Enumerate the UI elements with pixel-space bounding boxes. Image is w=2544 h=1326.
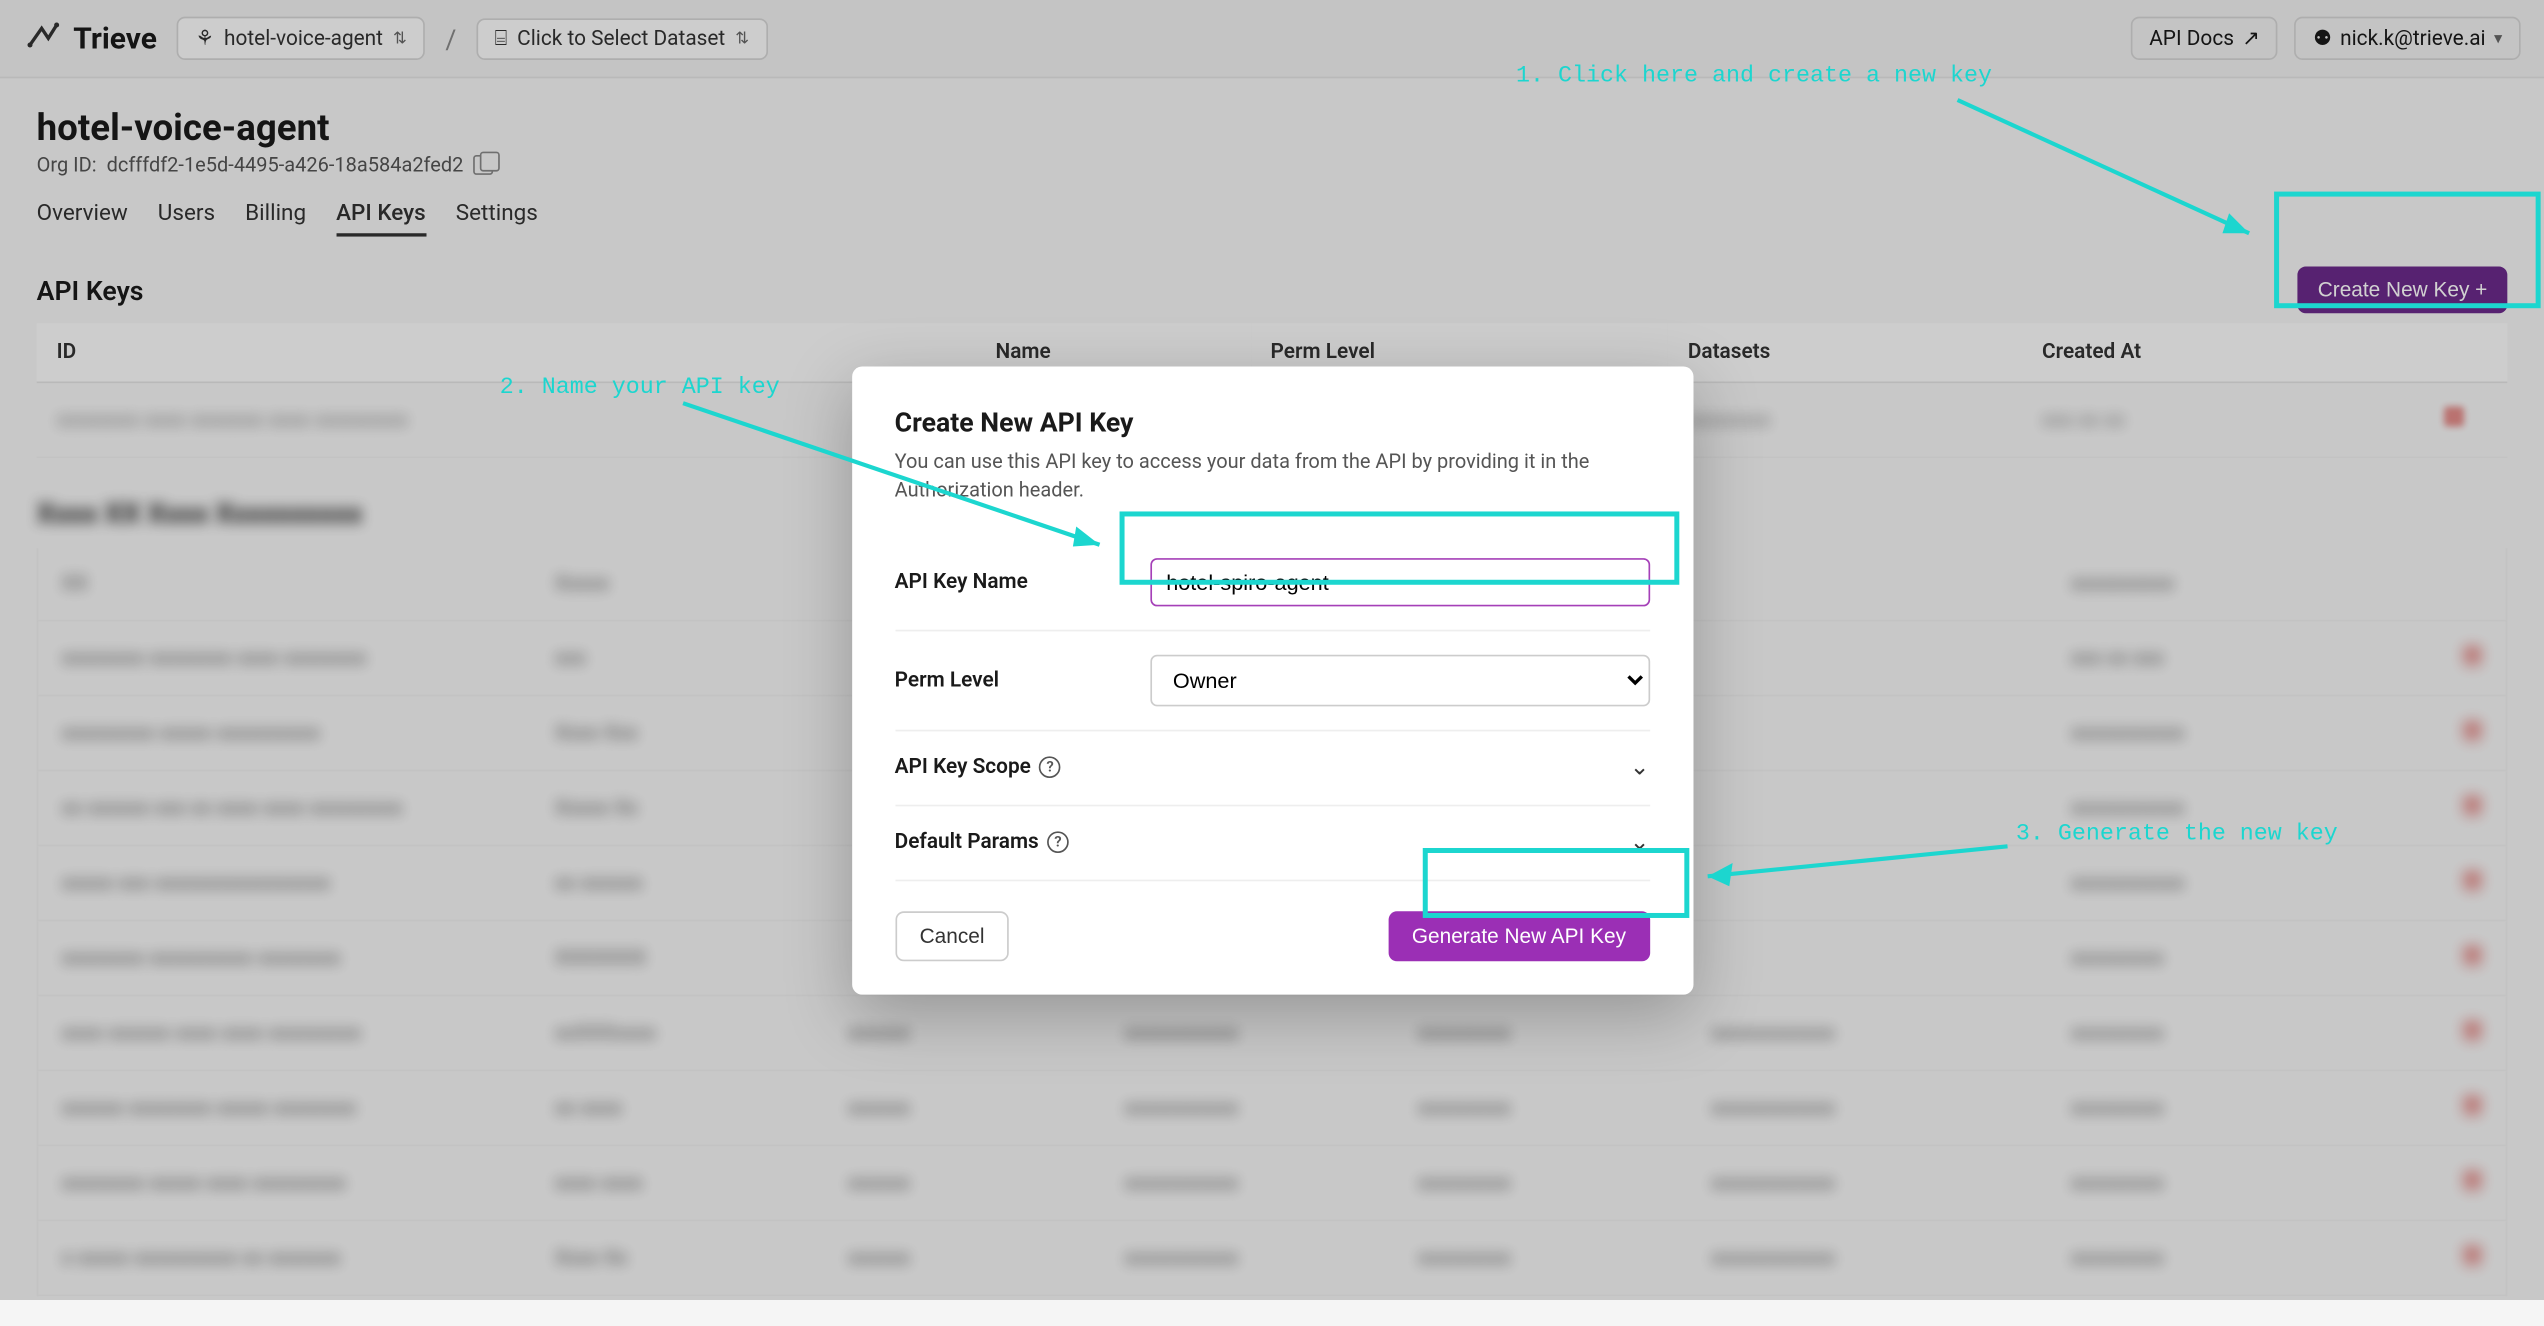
generate-api-key-button[interactable]: Generate New API Key: [1389, 911, 1650, 961]
tab-api-keys[interactable]: API Keys: [336, 200, 426, 237]
tab-billing[interactable]: Billing: [245, 200, 306, 237]
org-id-label: Org ID:: [37, 153, 97, 176]
list-item: xxxxxxxx xxxxx xxxx xxxxxxxxxxxxx xxxxxx…: [37, 1146, 2508, 1221]
tab-users[interactable]: Users: [158, 200, 215, 237]
list-item: xxxxxx xxxxxxxx xxxxx xxxxxxxxxx xxxxxxx…: [37, 1071, 2508, 1146]
trash-icon[interactable]: [2462, 945, 2482, 965]
col-datasets: Datasets: [1668, 323, 2022, 382]
user-menu[interactable]: ⚉ nick.k@trieve.ai ▾: [2295, 17, 2521, 60]
trash-icon[interactable]: [2462, 1170, 2482, 1190]
trash-icon[interactable]: [2462, 870, 2482, 890]
default-params-label: Default Params ?: [895, 830, 1069, 855]
perm-level-label: Perm Level: [895, 667, 999, 692]
modal-subtitle: You can use this API key to access your …: [895, 448, 1650, 504]
user-email: nick.k@trieve.ai: [2340, 26, 2486, 51]
page-title: hotel-voice-agent: [37, 108, 2508, 150]
user-icon: ⚉: [2313, 25, 2332, 52]
trash-icon[interactable]: [2462, 720, 2482, 740]
help-icon[interactable]: ?: [1047, 831, 1069, 853]
cancel-button[interactable]: Cancel: [895, 911, 1010, 961]
database-icon: ⌸: [495, 26, 508, 51]
api-key-scope-label: API Key Scope ?: [895, 755, 1061, 780]
create-api-key-modal: Create New API Key You can use this API …: [851, 367, 1692, 994]
chevron-down-icon[interactable]: ⌄: [1630, 829, 1650, 856]
people-icon: ⚘: [195, 25, 214, 52]
trieve-logo-icon: [23, 18, 63, 58]
col-actions: [2424, 323, 2507, 382]
api-docs-label: API Docs: [2149, 26, 2234, 51]
trash-icon[interactable]: [2462, 1020, 2482, 1040]
col-id: ID: [37, 323, 976, 382]
dataset-selector-label: Click to Select Dataset: [517, 26, 725, 51]
dataset-selector[interactable]: ⌸ Click to Select Dataset ⇅: [476, 17, 767, 59]
copy-icon[interactable]: [473, 155, 493, 175]
breadcrumb-separator: /: [445, 22, 456, 54]
create-new-key-button[interactable]: Create New Key +: [2298, 267, 2508, 314]
api-key-name-label: API Key Name: [895, 569, 1028, 594]
help-icon[interactable]: ?: [1039, 757, 1061, 779]
list-item: x xxxxx xxxxxxxxxx xx xxxxxxxXxxx Xxxxxx…: [37, 1221, 2508, 1296]
tabs: Overview Users Billing API Keys Settings: [37, 200, 2508, 237]
brand-name: Trieve: [73, 21, 157, 56]
chevron-down-icon: ▾: [2494, 29, 2502, 47]
tab-settings[interactable]: Settings: [456, 200, 538, 237]
chevron-down-icon[interactable]: ⌄: [1630, 754, 1650, 781]
brand-logo[interactable]: Trieve: [23, 18, 157, 58]
chevron-updown-icon: ⇅: [393, 29, 407, 47]
org-selector[interactable]: ⚘ hotel-voice-agent ⇅: [177, 17, 425, 60]
trash-icon[interactable]: [2462, 795, 2482, 815]
section-title: API Keys: [37, 274, 144, 306]
perm-level-select[interactable]: Owner: [1150, 654, 1650, 706]
trash-icon[interactable]: [2462, 1245, 2482, 1265]
org-id-value: dcfffdf2-1e5d-4495-a426-18a584a2fed2: [107, 153, 464, 176]
trash-icon[interactable]: [2444, 407, 2464, 427]
list-item: xxxx xxxxxx xxxx xxxx xxxxxxxxxxxXXXxxxx…: [37, 996, 2508, 1071]
col-created: Created At: [2022, 323, 2424, 382]
external-link-icon: ↗: [2242, 25, 2259, 52]
chevron-updown-icon: ⇅: [735, 29, 749, 47]
api-docs-link[interactable]: API Docs ↗: [2131, 17, 2278, 60]
trash-icon[interactable]: [2462, 645, 2482, 665]
tab-overview[interactable]: Overview: [37, 200, 128, 237]
modal-title: Create New API Key: [895, 407, 1650, 439]
api-key-name-input[interactable]: [1150, 557, 1650, 605]
trash-icon[interactable]: [2462, 1095, 2482, 1115]
org-id-line: Org ID: dcfffdf2-1e5d-4495-a426-18a584a2…: [37, 153, 2508, 176]
topbar: Trieve ⚘ hotel-voice-agent ⇅ / ⌸ Click t…: [0, 0, 2544, 78]
org-selector-label: hotel-voice-agent: [224, 26, 383, 51]
